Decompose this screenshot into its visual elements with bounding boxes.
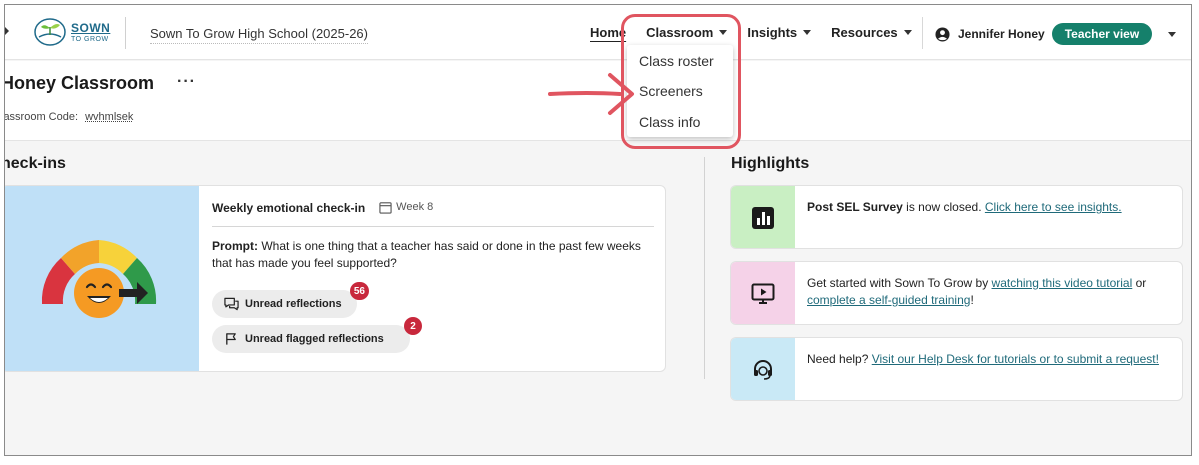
getting-started-or: or [1132,276,1147,290]
headset-icon [754,360,772,380]
checkin-illustration [5,186,199,371]
unread-reflections-label: Unread reflections [245,298,342,310]
annotation-highlight-ring [621,14,741,149]
self-guided-training-link[interactable]: complete a self-guided training [807,293,970,307]
checkin-body: Weekly emotional check-in Week 8 Prompt:… [212,186,657,371]
app-window: SOWN TO GROW Sown To Grow High School (2… [4,4,1192,456]
unread-flagged-badge: 2 [404,317,422,335]
nav-resources[interactable]: Resources [831,25,912,40]
annotation-arrow-icon [548,73,634,115]
survey-name: Post SEL Survey [807,200,903,214]
nav-divider [125,17,126,49]
highlight-text-survey: Post SEL Survey is now closed. Click her… [807,199,1177,216]
video-tutorial-link[interactable]: watching this video tutorial [992,276,1133,290]
getting-started-text: Get started with Sown To Grow by [807,276,992,290]
unread-reflections-button[interactable]: Unread reflections 56 [212,282,369,318]
nav-insights[interactable]: Insights [747,25,812,40]
help-text: Need help? [807,352,872,366]
class-code: lassroom Code: wvhmlsek [4,111,133,123]
logo[interactable]: SOWN TO GROW [33,15,125,49]
prompt-text: What is one thing that a teacher has sai… [212,239,641,270]
see-insights-link[interactable]: Click here to see insights. [985,200,1122,214]
user-avatar-icon [935,26,950,42]
highlights-heading: Highlights [731,155,810,172]
chat-bubbles-icon [224,297,239,311]
checkin-card[interactable]: Weekly emotional check-in Week 8 Prompt:… [5,185,666,372]
user-menu[interactable]: Jennifer Honey Teacher view [935,23,1177,45]
highlight-card-survey: Post SEL Survey is now closed. Click her… [730,185,1183,249]
logo-text: SOWN TO GROW [71,22,110,43]
chevron-down-icon [903,30,912,35]
nav-separator [922,17,923,49]
survey-status: is now closed. [902,200,985,214]
nav-resources-label: Resources [831,25,898,40]
highlight-icon-box [731,186,795,248]
section-divider [704,157,705,379]
highlight-card-help: Need help? Visit our Help Desk for tutor… [730,337,1183,401]
logo-top-text: SOWN [71,20,111,35]
class-code-label: lassroom Code: [4,111,79,123]
calendar-icon [379,202,392,214]
checkin-prompt: Prompt: What is one thing that a teacher… [212,238,652,272]
logo-bottom-text: TO GROW [71,35,109,43]
emotion-gauge-icon [41,240,157,318]
video-play-icon [751,283,775,304]
highlight-icon-box [731,338,795,400]
chevron-down-icon [803,30,812,35]
highlight-card-getting-started: Get started with Sown To Grow by watchin… [730,261,1183,325]
unread-flagged-label: Unread flagged reflections [245,333,384,345]
nav-insights-label: Insights [747,25,798,40]
unread-reflections-badge: 56 [349,282,369,300]
chart-icon [752,207,774,229]
collapse-caret-icon[interactable] [5,27,9,35]
help-desk-link[interactable]: Visit our Help Desk for tutorials or to … [872,352,1159,366]
checkin-week: Week 8 [396,201,434,213]
teacher-view-button[interactable]: Teacher view [1051,23,1153,45]
sprout-logo-icon [34,18,66,46]
getting-started-end: ! [970,293,974,307]
unread-flagged-reflections-button[interactable]: Unread flagged reflections 2 [212,317,422,353]
page-title: Honey Classroom [4,73,155,93]
flag-icon [226,333,236,345]
checkin-title: Weekly emotional check-in [212,201,366,215]
highlight-text-getting-started: Get started with Sown To Grow by watchin… [807,275,1177,309]
checkin-header: Weekly emotional check-in Week 8 [212,201,654,227]
highlight-text-help: Need help? Visit our Help Desk for tutor… [807,351,1177,368]
more-options-icon[interactable]: ··· [177,73,196,91]
checkins-heading: heck-ins [4,155,66,172]
user-name: Jennifer Honey [958,27,1045,41]
chevron-down-icon[interactable] [1168,31,1177,37]
class-code-value[interactable]: wvhmlsek [85,111,133,123]
school-selector[interactable]: Sown To Grow High School (2025-26) [150,26,368,44]
top-navigation: SOWN TO GROW Sown To Grow High School (2… [5,5,1191,60]
prompt-label: Prompt: [212,239,258,253]
highlight-icon-box [731,262,795,324]
